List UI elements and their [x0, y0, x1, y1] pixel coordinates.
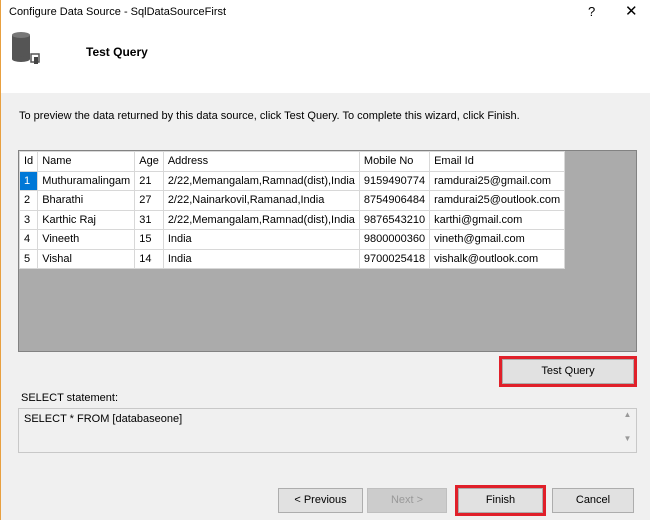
previous-button[interactable]: < Previous: [278, 488, 363, 513]
table-cell[interactable]: 9700025418: [358, 248, 431, 269]
column-header[interactable]: Email Id: [429, 151, 566, 172]
database-connect-icon: [12, 32, 40, 64]
column-header[interactable]: Age: [134, 151, 164, 172]
instructions-text: To preview the data returned by this dat…: [19, 110, 520, 122]
scrollbar[interactable]: ▲ ▼: [620, 410, 635, 451]
column-header[interactable]: Address: [162, 151, 360, 172]
table-cell[interactable]: Bharathi: [37, 190, 136, 211]
table-cell[interactable]: 9159490774: [358, 170, 431, 191]
select-statement-text: SELECT * FROM [databaseone]: [24, 413, 183, 425]
help-button[interactable]: ?: [588, 4, 595, 19]
test-query-button[interactable]: Test Query: [499, 356, 637, 387]
table-cell[interactable]: 9876543210: [358, 209, 431, 230]
table-cell[interactable]: karthi@gmail.com: [429, 209, 566, 230]
finish-button[interactable]: Finish: [455, 485, 546, 516]
table-cell[interactable]: vishalk@outlook.com: [429, 248, 566, 269]
next-button[interactable]: Next >: [367, 488, 447, 513]
table-cell[interactable]: 5: [18, 248, 39, 269]
table-cell[interactable]: vineth@gmail.com: [429, 229, 566, 250]
grid-header-row: Id Name Age Address Mobile No Email Id: [18, 151, 566, 172]
results-grid[interactable]: Id Name Age Address Mobile No Email Id 1…: [18, 150, 637, 352]
table-row[interactable]: 4 Vineeth 15 India 9800000360 vineth@gmail.co…: [18, 229, 566, 250]
table-cell[interactable]: 4: [18, 229, 39, 250]
table-cell[interactable]: 31: [134, 209, 164, 230]
table-cell[interactable]: ramdurai25@gmail.com: [429, 170, 566, 191]
table-cell[interactable]: 2/22,Memangalam,Ramnad(dist),India: [162, 209, 360, 230]
table-cell[interactable]: 8754906484: [358, 190, 431, 211]
table-cell[interactable]: Karthic Raj: [37, 209, 136, 230]
column-header[interactable]: Name: [37, 151, 136, 172]
table-row[interactable]: 2 Bharathi 27 2/22,Nainarkovil,Ramanad,Indi…: [18, 190, 566, 211]
select-statement-label: SELECT statement:: [21, 392, 119, 404]
table-row[interactable]: 1 Muthuramalingam 21 2/22,Memangalam,Ramnad…: [18, 170, 566, 191]
table-cell[interactable]: 15: [134, 229, 164, 250]
table-row[interactable]: 3 Karthic Raj 31 2/22,Memangalam,Ramnad(dis…: [18, 209, 566, 230]
window-title: Configure Data Source - SqlDataSourceFir…: [9, 6, 227, 18]
table-cell[interactable]: Muthuramalingam: [37, 170, 136, 191]
table-cell[interactable]: 2: [18, 190, 39, 211]
column-header[interactable]: Id: [18, 151, 39, 172]
table-cell[interactable]: 2/22,Memangalam,Ramnad(dist),India: [162, 170, 360, 191]
table-cell[interactable]: India: [162, 248, 360, 269]
table-cell[interactable]: 3: [18, 209, 39, 230]
table-cell[interactable]: India: [162, 229, 360, 250]
table-cell[interactable]: 9800000360: [358, 229, 431, 250]
table-cell[interactable]: 2/22,Nainarkovil,Ramanad,India: [162, 190, 360, 211]
cancel-button[interactable]: Cancel: [552, 488, 634, 513]
table-row[interactable]: 5 Vishal 14 India 9700025418 vishalk@outlook.…: [18, 248, 566, 269]
table-cell[interactable]: 21: [134, 170, 164, 191]
column-header[interactable]: Mobile No: [358, 151, 431, 172]
table-cell[interactable]: 27: [134, 190, 164, 211]
table-cell[interactable]: 14: [134, 248, 164, 269]
table-cell[interactable]: ramdurai25@outlook.com: [429, 190, 566, 211]
table-cell[interactable]: Vishal: [37, 248, 136, 269]
page-title: Test Query: [86, 45, 148, 59]
select-statement-field[interactable]: SELECT * FROM [databaseone] ▲ ▼: [18, 408, 637, 453]
table-cell[interactable]: Vineeth: [37, 229, 136, 250]
table-cell[interactable]: 1: [18, 170, 39, 191]
close-button[interactable]: ✕: [625, 2, 638, 20]
